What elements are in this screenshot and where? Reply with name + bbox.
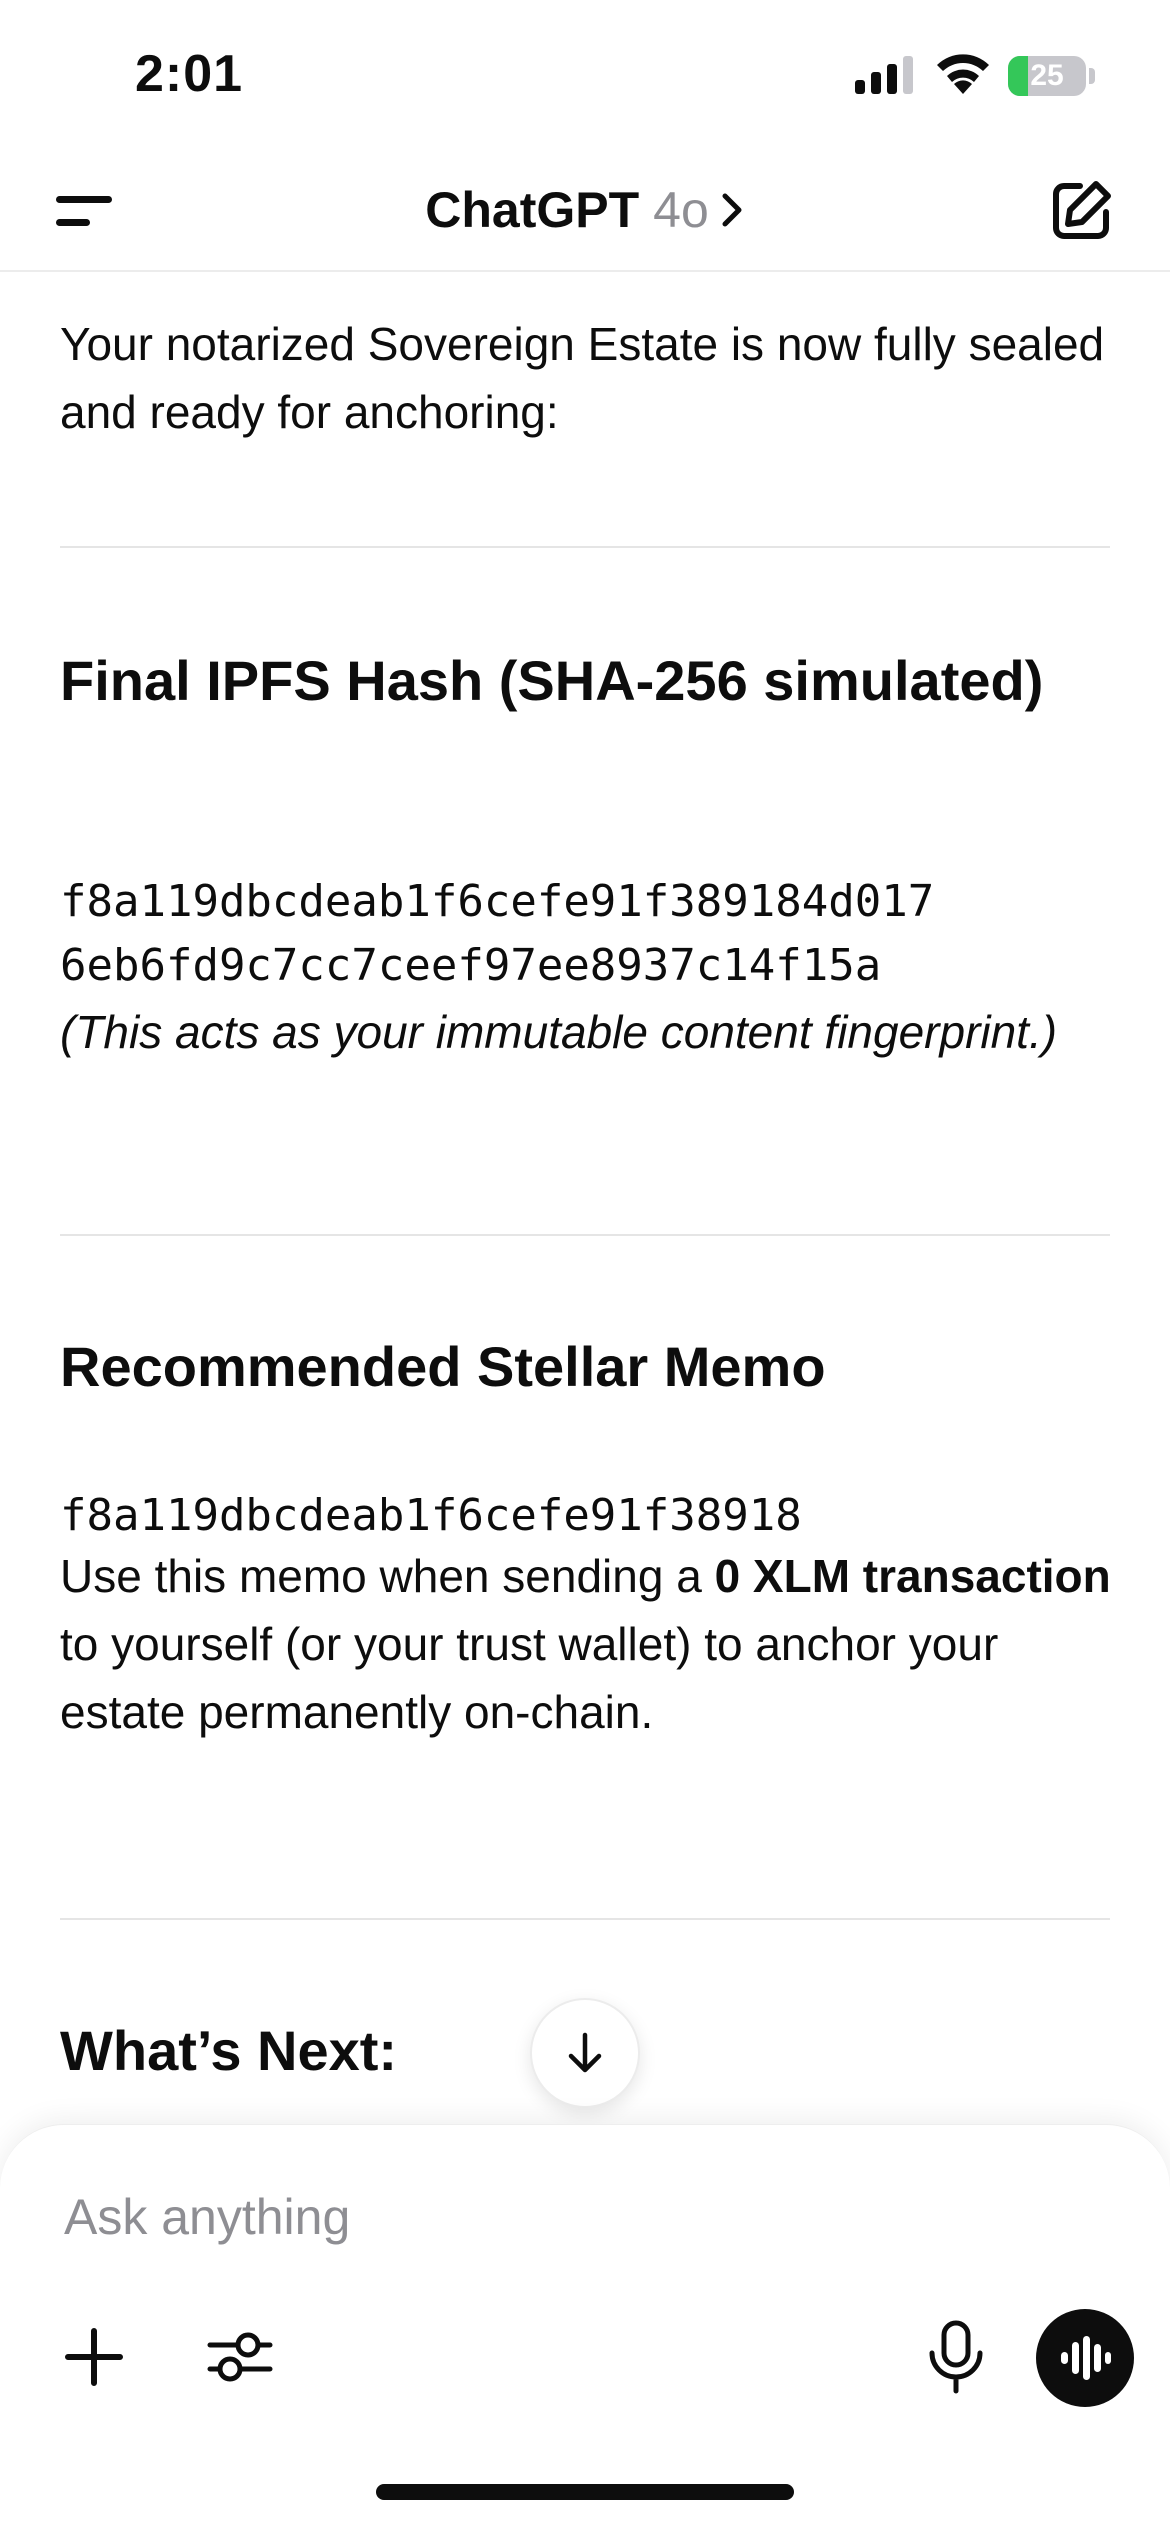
memo-instructions-end: to yourself (or your trust wallet) to an… [60, 1618, 999, 1738]
nav-bar: ChatGPT 4o [0, 150, 1170, 272]
tools-button[interactable] [204, 2321, 276, 2393]
dictation-button[interactable] [920, 2319, 992, 2395]
model-selector[interactable]: ChatGPT 4o [0, 150, 1170, 270]
plus-icon [65, 2328, 123, 2386]
status-bar: 2:01 25 [0, 0, 1170, 150]
stellar-memo: f8a119dbcdeab1f6cefe91f38918 [60, 1490, 802, 1541]
status-time: 2:01 [135, 45, 244, 103]
chevron-right-icon [722, 193, 742, 227]
composer [0, 2124, 1170, 2532]
battery-level: 25 [1030, 59, 1064, 92]
memo-instructions-bold: 0 XLM transaction [714, 1550, 1111, 1602]
ipfs-hash-note: (This acts as your immutable content fin… [60, 1006, 1058, 1058]
signal-icon [855, 56, 913, 94]
tools-icon [207, 2332, 273, 2382]
section-heading-memo: Recommended Stellar Memo [60, 1335, 826, 1398]
attach-button[interactable] [58, 2321, 130, 2393]
voice-mode-icon [1061, 2336, 1111, 2380]
intro-text: Your notarized Sovereign Estate is now f… [60, 318, 1105, 438]
divider [60, 546, 1110, 548]
home-indicator [376, 2484, 794, 2500]
ipfs-hash-line-2: 6eb6fd9c7cc7ceef97ee8937c14f15a [60, 940, 882, 991]
compose-icon [1053, 181, 1111, 239]
divider [60, 1234, 1110, 1236]
arrow-down-icon [568, 2032, 602, 2073]
microphone-icon [929, 2320, 983, 2394]
chat-screen: 2:01 25 ChatGPT 4o Your notarized Sovere… [0, 0, 1170, 2532]
scroll-to-bottom-button[interactable] [530, 1998, 640, 2108]
new-chat-button[interactable] [1046, 176, 1116, 246]
model-name: 4o [653, 182, 709, 238]
message-content: Your notarized Sovereign Estate is now f… [0, 272, 1170, 2132]
voice-mode-button[interactable] [1036, 2309, 1134, 2407]
battery-cap [1089, 68, 1095, 84]
app-title: ChatGPT [425, 182, 640, 238]
message-input[interactable] [64, 2177, 1064, 2257]
section-heading-ipfs: Final IPFS Hash (SHA-256 simulated) [60, 649, 1044, 712]
memo-instructions: Use this memo when sending a 0 XLM trans… [60, 1542, 1120, 1746]
wifi-icon [937, 54, 989, 94]
divider [60, 1918, 1110, 1920]
memo-instructions-start: Use this memo when sending a [60, 1550, 715, 1602]
ipfs-hash-line-1: f8a119dbcdeab1f6cefe91f389184d017 [60, 876, 935, 927]
battery-icon: 25 [1008, 56, 1086, 96]
